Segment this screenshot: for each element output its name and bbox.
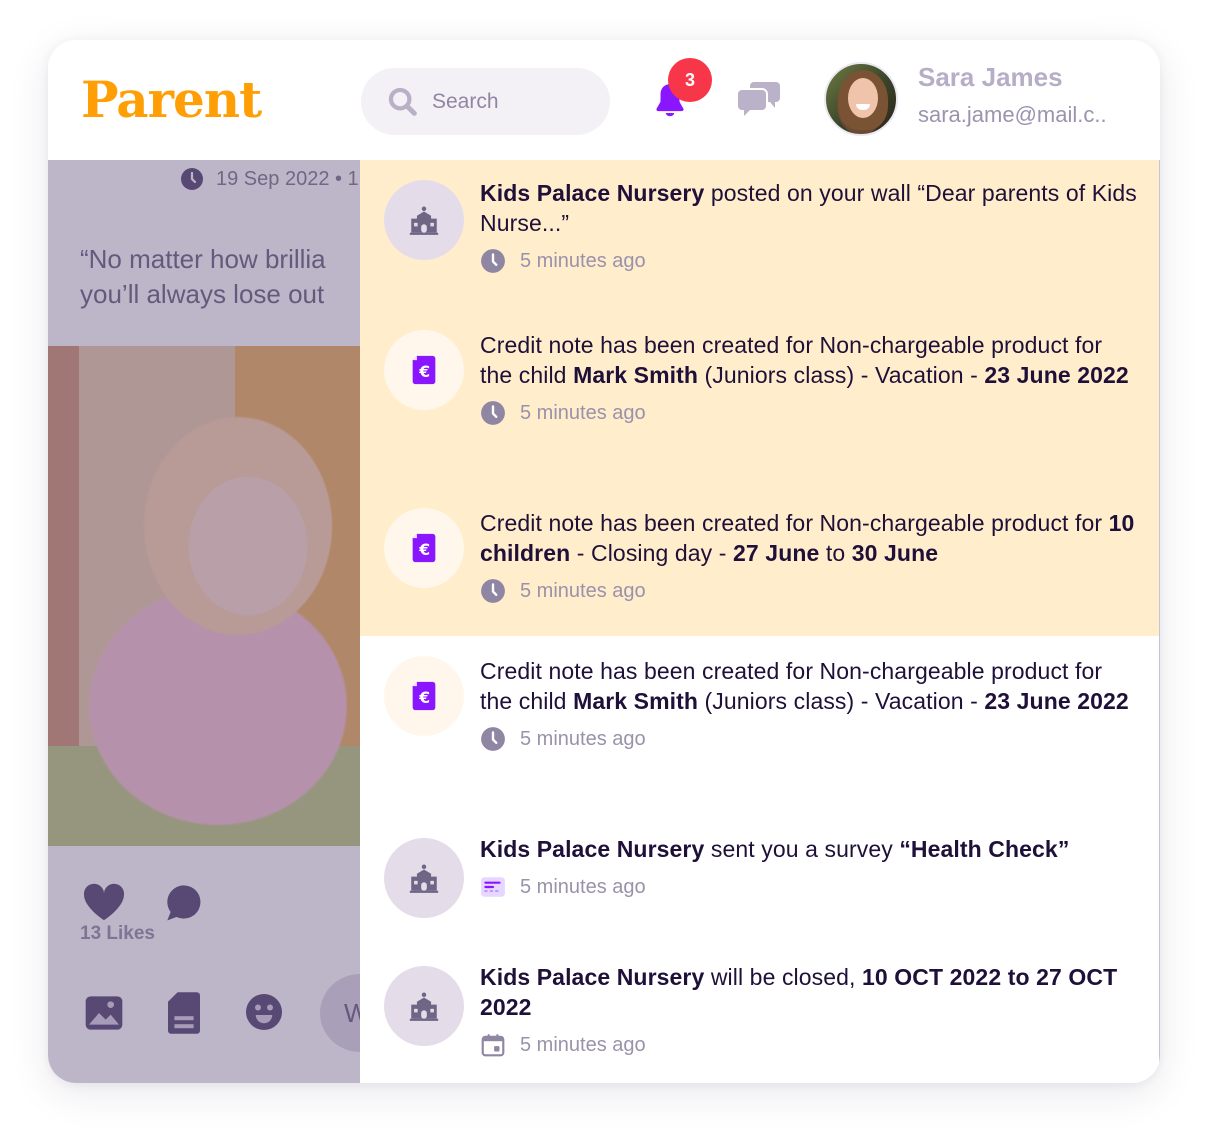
notification-highlight: 23 June 2022 <box>984 688 1129 714</box>
notification-highlight: 27 June <box>733 540 820 566</box>
logo[interactable]: Parent <box>81 68 262 132</box>
notification-message: Credit note has been created for Non-cha… <box>480 656 1139 716</box>
notification-text: sent you a survey <box>704 836 900 862</box>
notification-time-text: 5 minutes ago <box>520 875 646 898</box>
svg-text:€: € <box>418 689 430 707</box>
post-quote: “No matter how brillia you’ll always los… <box>80 242 360 312</box>
notification-text: Credit note has been created for Non-cha… <box>480 510 1109 536</box>
likes-count: 13 Likes <box>80 923 155 944</box>
euro-document-icon: € <box>412 533 436 563</box>
notification-message: Credit note has been created for Non-cha… <box>480 330 1139 390</box>
notification-text: - Closing day - <box>570 540 734 566</box>
notification-highlight: Mark Smith <box>573 688 699 714</box>
school-icon <box>409 206 439 235</box>
notification-message: Kids Palace Nursery sent you a survey “H… <box>480 834 1139 864</box>
notification-avatar <box>384 838 464 918</box>
notification-text: (Juniors class) - Vacation - <box>698 362 985 388</box>
notification-item[interactable]: Kids Palace Nursery sent you a survey “H… <box>360 816 1159 944</box>
notification-message: Credit note has been created for Non-cha… <box>480 508 1139 568</box>
clock-icon <box>481 401 505 425</box>
emoji-icon[interactable] <box>246 994 282 1030</box>
notification-time-text: 5 minutes ago <box>520 401 646 424</box>
school-icon <box>409 992 439 1021</box>
post-quote-line: “No matter how brillia <box>80 244 326 274</box>
post-quote-line: you’ll always lose out <box>80 279 325 309</box>
app-window: Parent 3 Sara James sara.jame@mail.c.. <box>48 40 1160 1083</box>
notification-time: 5 minutes ago <box>480 726 1139 752</box>
notification-highlight: Mark Smith <box>573 362 699 388</box>
notification-time: 5 minutes ago <box>480 874 1139 900</box>
post-photo[interactable] <box>48 346 360 846</box>
notification-time: 5 minutes ago <box>480 1032 1139 1058</box>
notification-avatar: € <box>384 656 464 736</box>
user-name[interactable]: Sara James <box>918 62 1063 93</box>
calendar-icon <box>481 1034 505 1057</box>
search-input[interactable] <box>432 89 582 114</box>
comment-input[interactable]: W <box>320 974 360 1052</box>
notification-item[interactable]: € Credit note has been created for Non-ch… <box>360 488 1159 636</box>
search-icon <box>388 87 417 116</box>
notification-time-text: 5 minutes ago <box>520 727 646 750</box>
notification-avatar: € <box>384 330 464 410</box>
notification-highlight: Kids Palace Nursery <box>480 836 705 862</box>
image-icon[interactable] <box>84 994 124 1032</box>
notification-avatar: € <box>384 508 464 588</box>
notification-time: 5 minutes ago <box>480 248 1139 274</box>
notification-time: 5 minutes ago <box>480 400 1139 426</box>
notifications-panel: Kids Palace Nursery posted on your wall … <box>360 160 1160 1083</box>
notification-time-text: 5 minutes ago <box>520 249 646 272</box>
notification-time-text: 5 minutes ago <box>520 579 646 602</box>
chat-bubbles-icon[interactable] <box>738 80 782 116</box>
notification-text: (Juniors class) - Vacation - <box>698 688 985 714</box>
comment-icon[interactable] <box>164 882 204 922</box>
euro-document-icon: € <box>412 355 436 385</box>
notification-message: Kids Palace Nursery posted on your wall … <box>480 178 1139 238</box>
notification-item[interactable]: Kids Palace Nursery will be closed, 10 O… <box>360 944 1159 1083</box>
notification-message: Kids Palace Nursery will be closed, 10 O… <box>480 962 1139 1022</box>
notification-text: to <box>819 540 852 566</box>
notification-highlight: Kids Palace Nursery <box>480 964 705 990</box>
notification-time-text: 5 minutes ago <box>520 1033 646 1056</box>
post-date-text: 19 Sep 2022 • 1 <box>216 167 359 190</box>
search-box[interactable] <box>361 68 610 135</box>
svg-text:€: € <box>418 363 430 381</box>
euro-document-icon: € <box>412 681 436 711</box>
post-actions: 13 Likes W <box>48 846 360 1083</box>
clock-icon <box>481 727 505 751</box>
heart-icon[interactable] <box>82 882 126 922</box>
notification-item[interactable]: Kids Palace Nursery posted on your wall … <box>360 160 1159 310</box>
notification-badge: 3 <box>668 58 712 102</box>
notification-item[interactable]: € Credit note has been created for Non-ch… <box>360 310 1159 488</box>
notification-text: will be closed, <box>704 964 863 990</box>
notification-avatar <box>384 966 464 1046</box>
avatar-face <box>848 78 878 118</box>
survey-icon <box>481 877 505 897</box>
post-date: 19 Sep 2022 • 1 <box>180 167 359 191</box>
user-avatar[interactable] <box>824 62 898 136</box>
notification-highlight: 23 June 2022 <box>984 362 1129 388</box>
notification-highlight: 30 June <box>851 540 939 566</box>
school-icon <box>409 864 439 893</box>
user-email: sara.jame@mail.c.. <box>918 102 1107 127</box>
svg-text:€: € <box>418 541 430 559</box>
clock-icon <box>481 579 505 603</box>
clock-icon <box>481 249 505 273</box>
notification-avatar <box>384 180 464 260</box>
document-icon[interactable] <box>168 992 200 1034</box>
clock-icon <box>181 168 203 190</box>
notification-highlight: Kids Palace Nursery <box>480 180 705 206</box>
notification-item[interactable]: € Credit note has been created for Non-ch… <box>360 636 1159 816</box>
feed-post: 19 Sep 2022 • 1 “No matter how brillia y… <box>48 160 360 1083</box>
notification-time: 5 minutes ago <box>480 578 1139 604</box>
top-header: Parent 3 Sara James sara.jame@mail.c.. <box>48 40 1160 160</box>
notification-highlight: “Health Check” <box>899 836 1070 862</box>
